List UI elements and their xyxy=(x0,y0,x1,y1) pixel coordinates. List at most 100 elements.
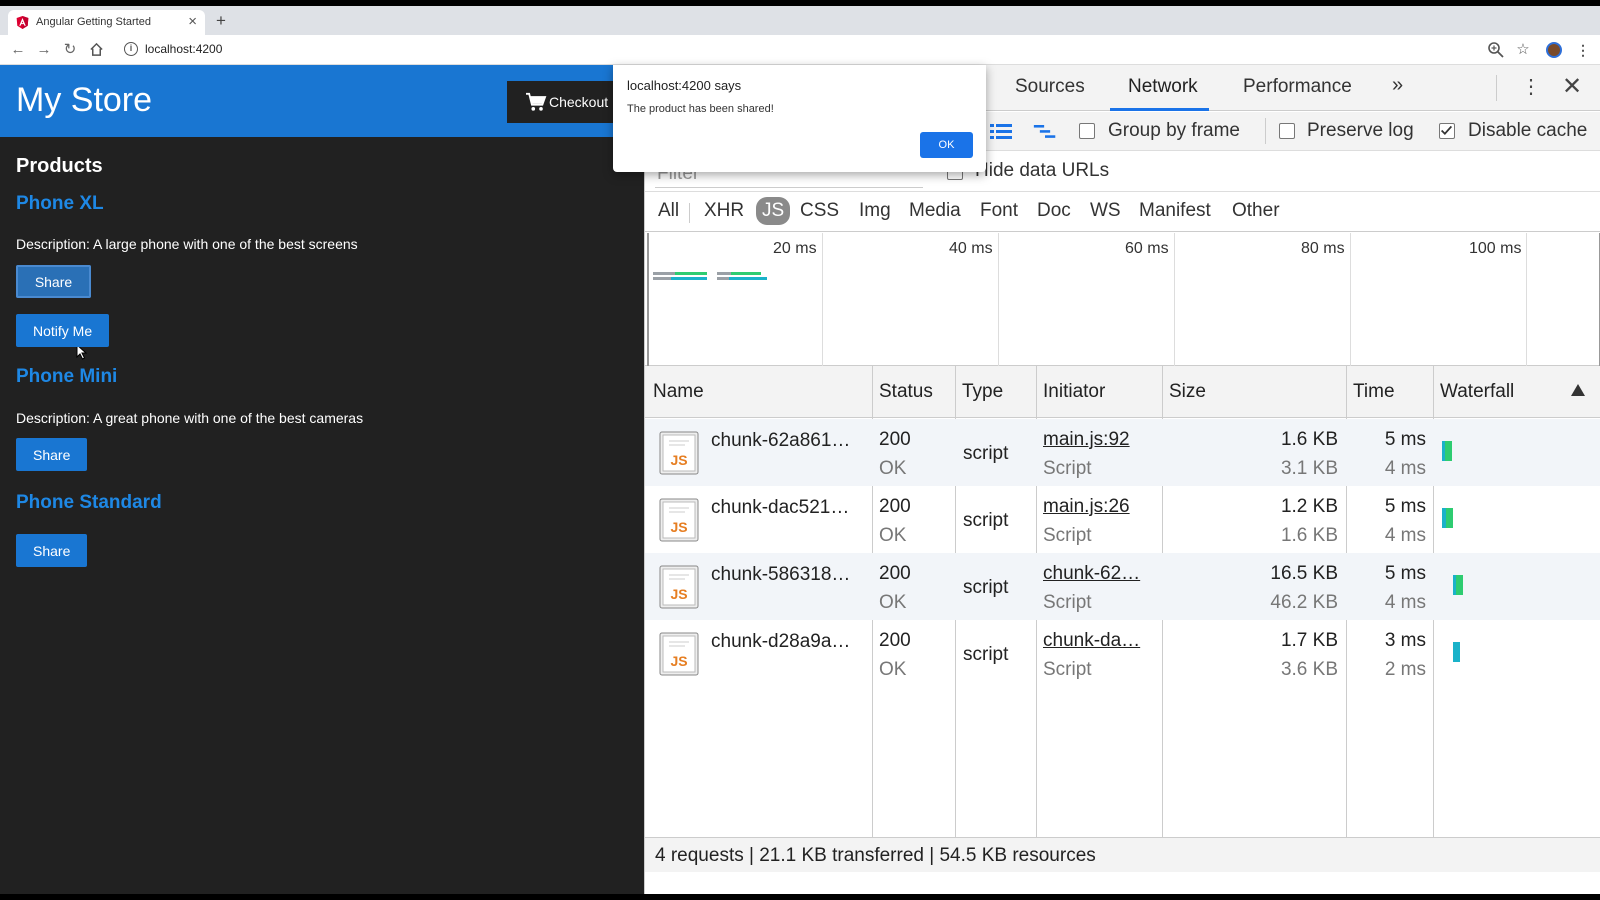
share-button[interactable]: Share xyxy=(16,534,88,567)
chrome-menu-icon[interactable]: ⋮ xyxy=(1574,41,1592,59)
url-bar[interactable]: localhost:4200 xyxy=(145,42,222,56)
app-header: My Store Checkout xyxy=(0,65,644,137)
browser-tab[interactable]: Angular Getting Started × xyxy=(8,10,205,35)
table-row[interactable]: JS chunk-d28a9a… 200 OK script chunk-da…… xyxy=(645,620,1600,687)
grid-line xyxy=(1526,233,1527,366)
column-header-time[interactable]: Time xyxy=(1353,381,1395,403)
alert-dialog: localhost:4200 says The product has been… xyxy=(613,65,986,172)
alert-title: localhost:4200 says xyxy=(627,78,742,93)
profile-avatar[interactable] xyxy=(1546,42,1562,58)
column-header-status[interactable]: Status xyxy=(879,381,933,403)
request-name[interactable]: chunk-586318… xyxy=(711,564,850,586)
network-overview[interactable]: 20 ms 40 ms 60 ms 80 ms 100 ms xyxy=(645,233,1600,366)
overview-request-bar xyxy=(653,272,675,275)
table-row[interactable]: JS chunk-62a861… 200 OK script main.js:9… xyxy=(645,419,1600,486)
initiator-type: Script xyxy=(1043,659,1092,680)
type-filter-all[interactable]: All xyxy=(658,200,679,222)
initiator-link[interactable]: chunk-62… xyxy=(1043,563,1140,585)
close-tab-icon[interactable]: × xyxy=(188,13,197,30)
reload-icon[interactable]: ↻ xyxy=(61,41,79,59)
type-filter-ws[interactable]: WS xyxy=(1090,200,1121,222)
hide-data-urls-label: Hide data URLs xyxy=(975,160,1110,181)
tab-performance[interactable]: Performance xyxy=(1243,76,1352,98)
close-devtools-icon[interactable]: ✕ xyxy=(1562,72,1582,101)
waterfall-bar xyxy=(1446,508,1453,528)
transfer-size: 16.5 KB xyxy=(1270,563,1338,584)
js-file-icon: JS xyxy=(659,431,699,475)
zoom-icon[interactable] xyxy=(1487,41,1505,59)
back-icon[interactable]: ← xyxy=(9,41,27,59)
preserve-log-checkbox[interactable] xyxy=(1279,123,1295,139)
notify-me-button[interactable]: Notify Me xyxy=(16,314,110,347)
status-code: 200 xyxy=(879,429,911,450)
request-type: script xyxy=(963,644,1009,665)
request-latency: 4 ms xyxy=(1384,525,1426,546)
status-text: OK xyxy=(879,659,907,680)
waterfall-bar xyxy=(1456,575,1463,595)
tab-sources[interactable]: Sources xyxy=(1015,76,1085,98)
request-time: 5 ms xyxy=(1384,563,1426,584)
request-name[interactable]: chunk-d28a9a… xyxy=(711,631,850,653)
product-name-link[interactable]: Phone XL xyxy=(16,193,104,215)
svg-text:JS: JS xyxy=(670,586,687,602)
more-tabs-icon[interactable]: » xyxy=(1392,74,1403,97)
initiator-type: Script xyxy=(1043,592,1092,613)
overview-tick-label: 60 ms xyxy=(1125,240,1169,257)
sort-ascending-icon[interactable] xyxy=(1571,384,1585,396)
column-header-name[interactable]: Name xyxy=(653,381,704,403)
tab-title: Angular Getting Started xyxy=(36,16,151,28)
devtools-menu-icon[interactable]: ⋮ xyxy=(1521,74,1541,99)
forward-icon[interactable]: → xyxy=(35,41,53,59)
type-filter-img[interactable]: Img xyxy=(859,200,891,222)
column-header-size[interactable]: Size xyxy=(1169,381,1206,403)
overview-request-bar xyxy=(731,272,761,275)
waterfall-bar xyxy=(1445,441,1452,461)
browser-toolbar: ← → ↻ i localhost:4200 ☆ ⋮ xyxy=(0,35,1600,65)
share-button[interactable]: Share xyxy=(16,438,88,471)
overview-waterfall-icon[interactable] xyxy=(1033,121,1057,141)
request-time: 5 ms xyxy=(1384,496,1426,517)
site-info-icon[interactable]: i xyxy=(124,42,138,56)
type-filter-doc[interactable]: Doc xyxy=(1037,200,1071,222)
overview-start-handle[interactable] xyxy=(647,233,649,366)
transfer-size: 1.2 KB xyxy=(1280,496,1338,517)
type-filter-manifest[interactable]: Manifest xyxy=(1139,200,1211,222)
type-filter-css[interactable]: CSS xyxy=(800,200,839,222)
column-header-waterfall[interactable]: Waterfall xyxy=(1440,381,1514,403)
initiator-link[interactable]: main.js:92 xyxy=(1043,429,1130,451)
product-name-link[interactable]: Phone Standard xyxy=(16,492,162,514)
table-row[interactable]: JS chunk-586318… 200 OK script chunk-62…… xyxy=(645,553,1600,620)
network-summary: 4 requests | 21.1 KB transferred | 54.5 … xyxy=(655,845,1096,866)
disable-cache-checkbox[interactable] xyxy=(1439,123,1455,139)
share-button[interactable]: Share xyxy=(16,265,91,298)
column-header-initiator[interactable]: Initiator xyxy=(1043,381,1105,403)
group-by-frame-label: Group by frame xyxy=(1108,120,1240,141)
bottom-border xyxy=(0,894,1600,900)
resource-type-filters: All XHR JS CSS Img Media Font Doc WS Man… xyxy=(645,192,1600,232)
checkout-label: Checkout xyxy=(549,94,609,110)
store-title[interactable]: My Store xyxy=(16,81,152,120)
bookmark-star-icon[interactable]: ☆ xyxy=(1514,41,1532,59)
new-tab-icon[interactable]: + xyxy=(216,11,226,31)
type-filter-other[interactable]: Other xyxy=(1232,200,1280,222)
type-filter-xhr[interactable]: XHR xyxy=(704,200,744,222)
home-icon[interactable] xyxy=(89,42,104,57)
product-name-link[interactable]: Phone Mini xyxy=(16,366,117,388)
type-filter-media[interactable]: Media xyxy=(909,200,961,222)
tab-network[interactable]: Network xyxy=(1128,76,1198,98)
column-header-type[interactable]: Type xyxy=(962,381,1003,403)
status-text: OK xyxy=(879,525,907,546)
large-rows-icon[interactable] xyxy=(989,121,1013,141)
initiator-link[interactable]: main.js:26 xyxy=(1043,496,1130,518)
table-row[interactable]: JS chunk-dac521… 200 OK script main.js:2… xyxy=(645,486,1600,553)
js-file-icon: JS xyxy=(659,565,699,609)
request-name[interactable]: chunk-dac521… xyxy=(711,497,849,519)
overview-request-bar xyxy=(729,277,767,280)
initiator-link[interactable]: chunk-da… xyxy=(1043,630,1140,652)
group-by-frame-checkbox[interactable] xyxy=(1079,123,1095,139)
alert-ok-button[interactable]: OK xyxy=(920,132,973,158)
request-name[interactable]: chunk-62a861… xyxy=(711,430,850,452)
type-filter-font[interactable]: Font xyxy=(980,200,1018,222)
svg-text:JS: JS xyxy=(670,653,687,669)
type-filter-js[interactable]: JS xyxy=(756,197,791,225)
